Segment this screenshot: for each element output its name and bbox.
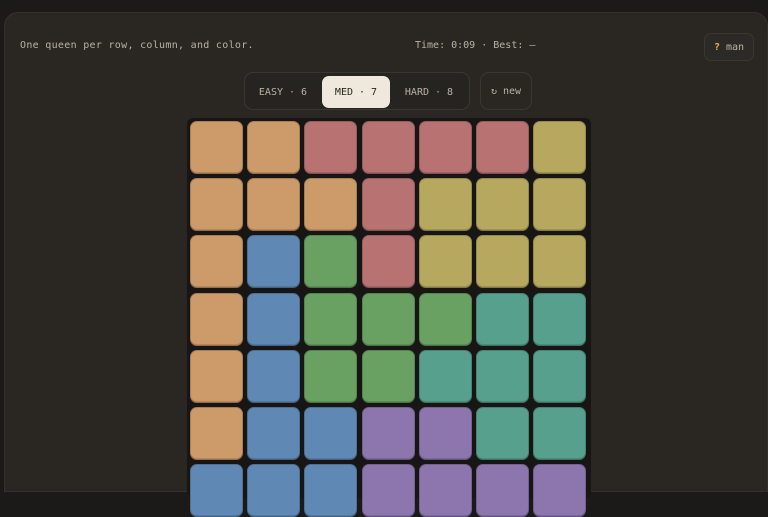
board-cell[interactable] (418, 292, 472, 346)
board-cell[interactable] (361, 349, 415, 403)
board-cell[interactable] (247, 292, 301, 346)
help-label: man (725, 41, 745, 53)
board-cell[interactable] (418, 407, 472, 460)
board-cell[interactable] (304, 121, 358, 174)
board-cell[interactable] (190, 349, 243, 403)
board-cell[interactable] (533, 349, 587, 403)
board-cell[interactable] (247, 407, 301, 460)
instructions-text: One queen per row, column, and color. (20, 40, 254, 51)
board-cell[interactable] (476, 349, 529, 403)
board-cell[interactable] (476, 407, 529, 460)
board-cell[interactable] (476, 292, 529, 346)
difficulty-easy-label: EASY · 6 (258, 86, 308, 98)
board-cell[interactable] (476, 235, 529, 289)
board-cell[interactable] (361, 464, 415, 517)
board-cell[interactable] (476, 121, 529, 174)
board-cell[interactable] (247, 121, 301, 174)
board-cell[interactable] (361, 235, 415, 289)
board-cell[interactable] (476, 464, 529, 517)
board-cell[interactable] (190, 121, 243, 174)
board-cell[interactable] (418, 178, 472, 232)
board-cell[interactable] (304, 292, 358, 346)
difficulty-med-button[interactable]: MED · 7 (322, 76, 390, 108)
refresh-icon: ↻ (490, 85, 497, 97)
board-cell[interactable] (418, 121, 472, 174)
difficulty-selector: EASY · 6 MED · 7 HARD · 8 (244, 72, 470, 110)
queens-board (187, 118, 591, 517)
board-cell[interactable] (190, 407, 243, 460)
board-cell[interactable] (361, 407, 415, 460)
timer-readout: Time: 0:09 · Best: — (415, 40, 536, 51)
board-cell[interactable] (533, 407, 587, 460)
board-cell[interactable] (190, 178, 243, 232)
board-cell[interactable] (418, 235, 472, 289)
difficulty-med-label: MED · 7 (334, 86, 378, 98)
board-cell[interactable] (533, 464, 587, 517)
board-cell[interactable] (304, 178, 358, 232)
board-cell[interactable] (304, 235, 358, 289)
board-cell[interactable] (190, 292, 243, 346)
new-game-button[interactable]: ↻ new (480, 72, 532, 110)
difficulty-hard-label: HARD · 8 (404, 86, 454, 98)
board-cell[interactable] (247, 178, 301, 232)
board-cell[interactable] (533, 292, 587, 346)
board-cell[interactable] (247, 349, 301, 403)
help-button[interactable]: ? man (704, 33, 754, 61)
board-cell[interactable] (418, 464, 472, 517)
board-cell[interactable] (190, 464, 243, 517)
board-cell[interactable] (247, 464, 301, 517)
question-icon: ? (713, 41, 720, 53)
board-cell[interactable] (304, 464, 358, 517)
board-cell[interactable] (361, 178, 415, 232)
board-cell[interactable] (476, 178, 529, 232)
difficulty-hard-button[interactable]: HARD · 8 (393, 76, 465, 108)
board-cell[interactable] (533, 121, 587, 174)
board-cell[interactable] (247, 235, 301, 289)
board-cell[interactable] (361, 121, 415, 174)
new-game-label: new (502, 85, 522, 97)
difficulty-easy-button[interactable]: EASY · 6 (248, 76, 318, 108)
board-cell[interactable] (304, 349, 358, 403)
board-cell[interactable] (190, 235, 243, 289)
board-cell[interactable] (418, 349, 472, 403)
board-cell[interactable] (533, 178, 587, 232)
board-cell[interactable] (361, 292, 415, 346)
board-cell[interactable] (304, 407, 358, 460)
board-cell[interactable] (533, 235, 587, 289)
